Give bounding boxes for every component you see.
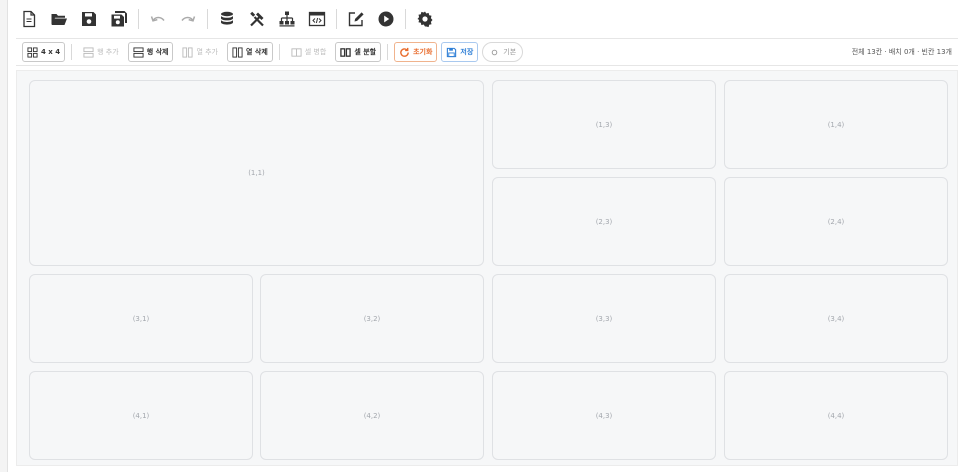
main-toolbar (16, 6, 442, 32)
add-row-button[interactable]: 행 추가 (78, 42, 124, 62)
delete-column-label: 열 삭제 (246, 48, 268, 56)
grid-cell-4-2[interactable]: (4,2) (260, 371, 484, 460)
add-row-icon (83, 46, 94, 58)
grid-cell-1-4[interactable]: (1,4) (724, 80, 948, 169)
grid-toolbar: 4 x 4 행 추가 행 삭제 열 추가 열 삭제 셀 병합 셀 분할 초기화 … (16, 38, 958, 66)
delete-row-button[interactable]: 행 삭제 (127, 42, 174, 62)
grid-cell-4-3[interactable]: (4,3) (492, 371, 716, 460)
save-icon[interactable] (76, 6, 102, 32)
split-cells-button[interactable]: 셀 분할 (335, 42, 382, 62)
save-layout-button[interactable]: 저장 (441, 42, 479, 62)
floppy-icon (447, 47, 457, 57)
layout-canvas: (1,1) (1,3) (1,4) (2,3) (2,4) (3,1) (3,2… (16, 70, 958, 466)
undo-icon[interactable] (145, 6, 171, 32)
refresh-icon (400, 47, 409, 57)
new-file-icon[interactable] (16, 6, 42, 32)
toolbar-divider (138, 9, 139, 29)
save-all-icon[interactable] (106, 6, 132, 32)
cell-label: (4,2) (363, 411, 381, 420)
left-panel-edge (0, 0, 8, 472)
grid-cell-4-1[interactable]: (4,1) (29, 371, 253, 460)
split-cells-label: 셀 분할 (354, 48, 377, 56)
edit-icon[interactable] (343, 6, 369, 32)
grid-cell-3-4[interactable]: (3,4) (724, 274, 948, 363)
grid-cell-2-4[interactable]: (2,4) (724, 177, 948, 266)
delete-column-icon (232, 46, 243, 58)
grid-layout-label: 4 x 4 (41, 48, 61, 56)
reset-button[interactable]: 초기화 (394, 42, 438, 62)
grid-cell-1-1[interactable]: (1,1) (29, 80, 484, 266)
merge-cells-button[interactable]: 셀 병합 (285, 42, 332, 62)
default-button[interactable]: 기본 (482, 42, 524, 62)
grid-cell-4-4[interactable]: (4,4) (724, 371, 948, 460)
delete-row-label: 행 삭제 (146, 48, 169, 56)
toolbar-divider (336, 9, 337, 29)
cell-label: (1,1) (248, 169, 265, 177)
cell-label: (4,4) (827, 411, 845, 420)
tools-icon[interactable] (244, 6, 270, 32)
redo-icon[interactable] (175, 6, 201, 32)
save-layout-label: 저장 (460, 48, 474, 56)
default-label: 기본 (503, 48, 517, 56)
grid-toolbar-divider (71, 44, 73, 60)
delete-column-button[interactable]: 열 삭제 (227, 42, 273, 62)
add-column-button[interactable]: 열 추가 (177, 42, 223, 62)
add-column-icon (182, 46, 193, 58)
split-cells-icon (340, 47, 352, 57)
grid-cell-1-3[interactable]: (1,3) (492, 80, 716, 169)
grid-layout-button[interactable]: 4 x 4 (22, 42, 66, 62)
reset-label: 초기화 (413, 48, 433, 56)
cell-label: (3,1) (132, 314, 150, 323)
cell-label: (2,3) (595, 217, 613, 226)
database-icon[interactable] (214, 6, 240, 32)
cell-label: (3,3) (595, 314, 613, 323)
cell-label: (3,4) (827, 314, 845, 323)
grid-cell-3-2[interactable]: (3,2) (260, 274, 484, 363)
toolbar-divider (405, 9, 406, 29)
circle-icon (492, 49, 498, 55)
grid-toolbar-divider (278, 44, 280, 60)
cell-label: (1,3) (595, 120, 613, 129)
play-icon[interactable] (373, 6, 399, 32)
cell-label: (4,3) (595, 411, 613, 420)
delete-row-icon (133, 46, 144, 58)
hierarchy-icon[interactable] (274, 6, 300, 32)
cell-label: (2,4) (827, 217, 845, 226)
settings-icon[interactable] (412, 6, 438, 32)
code-window-icon[interactable] (304, 6, 330, 32)
cell-label: (4,1) (132, 411, 150, 420)
grid-icon (27, 46, 38, 58)
grid-cell-3-3[interactable]: (3,3) (492, 274, 716, 363)
merge-cells-icon (291, 47, 302, 57)
merge-cells-label: 셀 병합 (304, 48, 327, 56)
grid-status-text: 전체 13칸 · 배치 0개 · 빈칸 13개 (851, 48, 952, 56)
toolbar-divider (207, 9, 208, 29)
grid-toolbar-divider (387, 44, 389, 60)
open-folder-icon[interactable] (46, 6, 72, 32)
add-row-label: 행 추가 (97, 48, 119, 56)
cell-label: (1,4) (827, 120, 845, 129)
add-column-label: 열 추가 (196, 48, 218, 56)
grid-cell-2-3[interactable]: (2,3) (492, 177, 716, 266)
grid-cell-3-1[interactable]: (3,1) (29, 274, 253, 363)
cell-label: (3,2) (363, 314, 381, 323)
